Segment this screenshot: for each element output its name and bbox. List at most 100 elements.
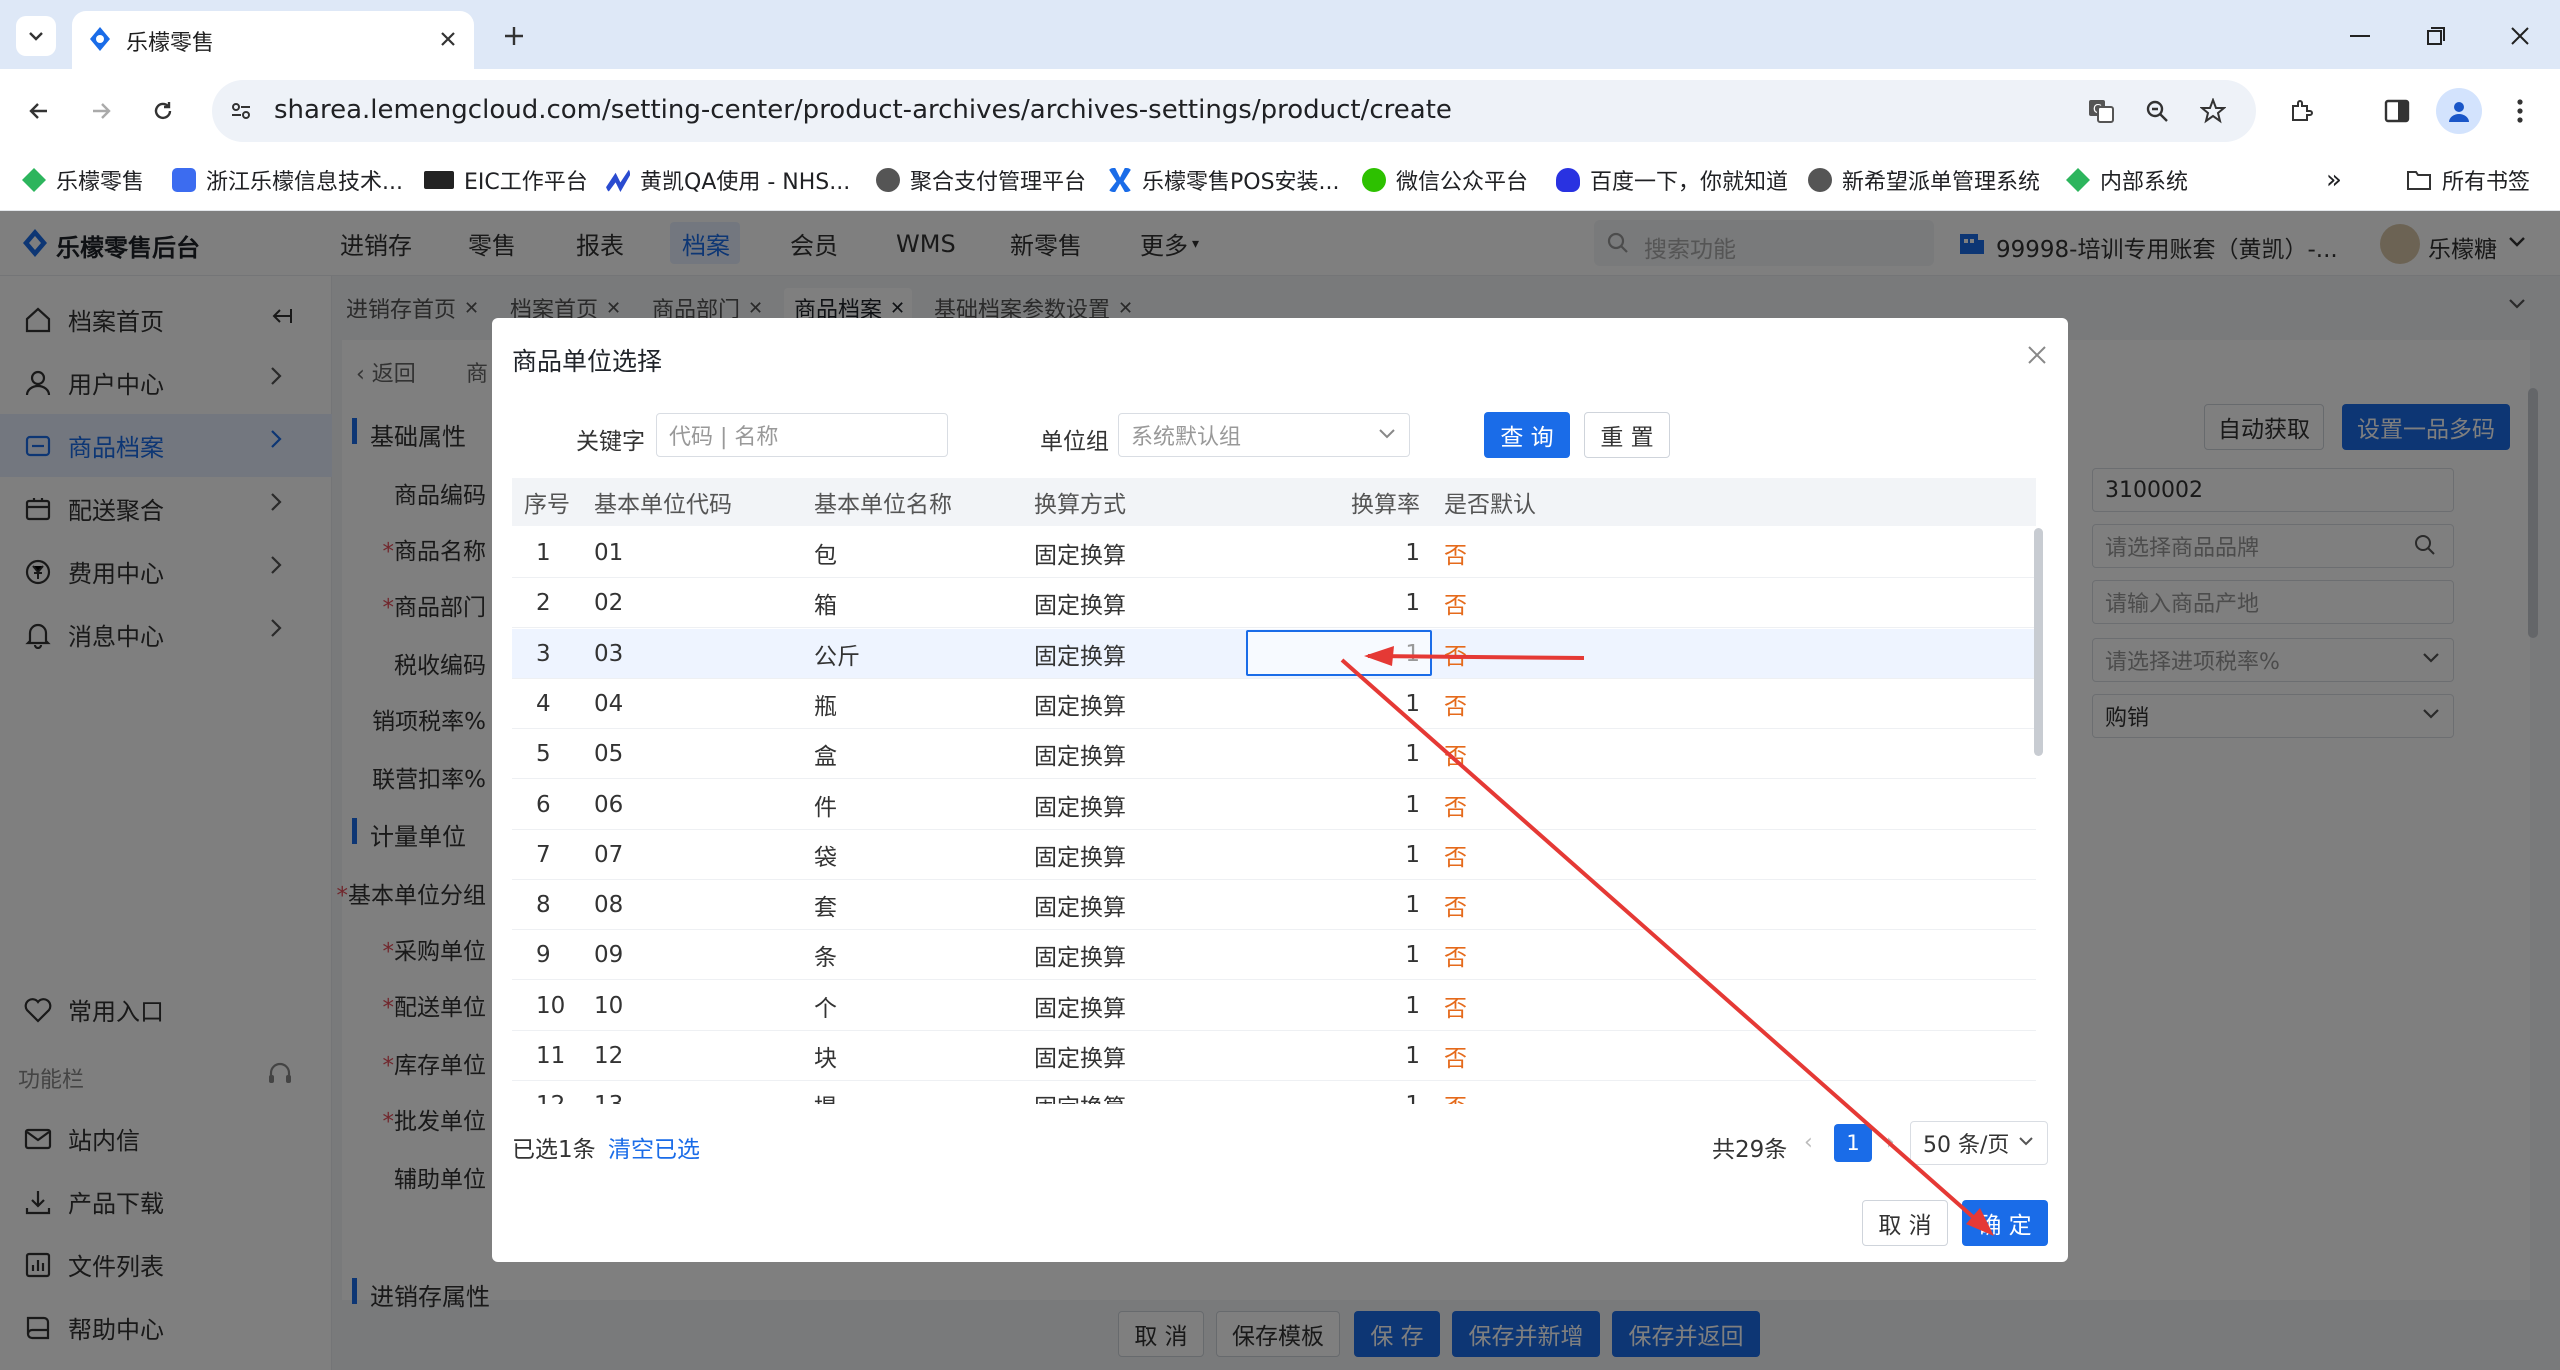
bookmark-item[interactable]: 微信公众平台 — [1362, 152, 1528, 208]
bookmark-item[interactable]: 浙江乐檬信息技术... — [172, 152, 403, 208]
bookmark-item[interactable]: 聚合支付管理平台 — [876, 152, 1086, 208]
table-row[interactable]: 9 09 条 固定换算 1 否 — [512, 930, 2036, 980]
cell-rate[interactable]: 1 — [1246, 679, 1420, 729]
chevron-down-icon — [2018, 1136, 2034, 1147]
table-row[interactable]: 11 12 块 固定换算 1 否 — [512, 1031, 2036, 1081]
cell-rate[interactable]: 1 — [1246, 830, 1420, 880]
site-info-icon[interactable] — [222, 92, 260, 130]
cell-mode: 固定换算 — [1034, 845, 1126, 871]
cell-mode: 固定换算 — [1034, 996, 1126, 1022]
page-number[interactable]: 1 — [1834, 1124, 1872, 1162]
table-row-partial[interactable]: 12 13 提 固定换算 1 否 — [512, 1080, 2036, 1104]
cell-mode: 固定换算 — [1034, 895, 1126, 921]
more-bookmarks-icon[interactable]: » — [2326, 152, 2342, 208]
reset-button[interactable]: 重 置 — [1584, 412, 1670, 458]
col-header: 基本单位代码 — [594, 492, 732, 518]
bookmark-item[interactable]: 乐檬零售 — [22, 152, 144, 208]
modal-confirm-button[interactable]: 确 定 — [1962, 1200, 2048, 1246]
cell-rate[interactable]: 1 — [1246, 930, 1420, 980]
cell-name: 袋 — [814, 845, 837, 871]
bookmark-item[interactable]: 百度一下，你就知道 — [1556, 152, 1788, 208]
cell-no: 10 — [536, 993, 566, 1019]
back-icon[interactable] — [18, 90, 60, 132]
cell-code: 01 — [594, 540, 624, 566]
cell-def: 否 — [1444, 945, 1467, 971]
cell-name: 盒 — [814, 744, 837, 770]
cell-name: 块 — [814, 1046, 837, 1072]
bookmark-item[interactable]: 乐檬零售POS安装... — [1108, 152, 1340, 208]
cell-def: 否 — [1444, 543, 1467, 569]
cell-def: 否 — [1444, 845, 1467, 871]
cell-def: 否 — [1444, 895, 1467, 921]
rate-edit-cell[interactable] — [1246, 630, 1432, 676]
profile-avatar-icon[interactable] — [2436, 88, 2482, 134]
table-row[interactable]: 5 05 盒 固定换算 1 否 — [512, 729, 2036, 779]
globe-icon — [1808, 168, 1832, 192]
table-row[interactable]: 6 06 件 固定换算 1 否 — [512, 780, 2036, 830]
cell-code: 02 — [594, 590, 624, 616]
table-row[interactable]: 2 02 箱 固定换算 1 否 — [512, 578, 2036, 628]
cell-no: 6 — [536, 792, 551, 818]
close-icon[interactable] — [2022, 340, 2052, 370]
more-menu-icon[interactable] — [2502, 90, 2538, 132]
table-row[interactable]: 1 01 包固定换算 1 否 — [512, 528, 2036, 578]
cell-rate[interactable]: 1 — [1246, 729, 1420, 779]
cell-name: 包 — [814, 543, 837, 569]
table-row[interactable]: 10 10 个 固定换算 1 否 — [512, 981, 2036, 1031]
cell-rate[interactable]: 1 — [1246, 880, 1420, 930]
site-favicon-icon — [172, 168, 196, 192]
cell-code: 08 — [594, 892, 624, 918]
star-icon[interactable] — [2194, 92, 2232, 130]
next-page-icon[interactable]: › — [1886, 1130, 1895, 1155]
bookmark-item[interactable]: EIC工作平台 — [424, 152, 588, 208]
cell-code: 07 — [594, 842, 624, 868]
cell-no: 3 — [536, 641, 551, 667]
prev-page-icon[interactable]: ‹ — [1804, 1130, 1813, 1155]
cell-rate[interactable]: 1 — [1246, 780, 1420, 830]
all-bookmarks[interactable]: 所有书签 — [2406, 152, 2530, 208]
table-row[interactable]: 8 08 套 固定换算 1 否 — [512, 880, 2036, 930]
tab-search-button[interactable] — [16, 16, 56, 56]
forward-icon[interactable] — [80, 90, 122, 132]
modal-cancel-button[interactable]: 取 消 — [1862, 1200, 1948, 1246]
close-window-icon[interactable] — [2496, 16, 2544, 56]
cell-rate[interactable]: 1 — [1246, 1031, 1420, 1081]
cell-rate[interactable]: 1 — [1246, 578, 1420, 628]
cell-def: 否 — [1444, 795, 1467, 821]
bookmark-item[interactable]: 内部系统 — [2066, 152, 2188, 208]
translate-icon[interactable]: G — [2082, 92, 2120, 130]
table-scrollbar[interactable] — [2034, 528, 2043, 756]
url-text[interactable]: sharea.lemengcloud.com/setting-center/pr… — [274, 95, 1452, 125]
cell-name: 条 — [814, 945, 837, 971]
col-header: 基本单位名称 — [814, 492, 952, 518]
cell-rate[interactable]: 1 — [1246, 981, 1420, 1031]
bookmark-item[interactable]: 黄凯QA使用 - NHS... — [606, 152, 850, 208]
reload-icon[interactable] — [142, 90, 184, 132]
cell-rate[interactable]: 1 — [1246, 528, 1420, 578]
tab-title: 乐檬零售 — [126, 31, 215, 56]
unit-group-select[interactable]: 系统默认组 — [1118, 413, 1410, 457]
cell-mode: 固定换算 — [1034, 543, 1126, 569]
restore-icon[interactable] — [2412, 16, 2460, 56]
minimize-icon[interactable] — [2336, 16, 2384, 56]
table-row[interactable]: 7 07 袋 固定换算 1 否 — [512, 830, 2036, 880]
cell-no: 5 — [536, 741, 551, 767]
new-tab-icon[interactable] — [494, 16, 534, 56]
cell-mode: 固定换算 — [1034, 1046, 1126, 1072]
clear-selected-link[interactable]: 清空已选 — [608, 1130, 700, 1164]
close-tab-icon[interactable] — [432, 23, 464, 55]
query-button[interactable]: 查 询 — [1484, 412, 1570, 458]
cell-name: 公斤 — [814, 644, 860, 670]
keyword-label: 关键字 — [576, 429, 645, 455]
cell-name: 瓶 — [814, 694, 837, 720]
browser-tab-active[interactable]: 乐檬零售 — [72, 11, 474, 69]
bookmark-item[interactable]: 新希望派单管理系统 — [1808, 152, 2040, 208]
keyword-input[interactable]: 代码 | 名称 — [656, 413, 948, 457]
cell-code: 03 — [594, 641, 624, 667]
col-header: 换算方式 — [1034, 492, 1126, 518]
table-row[interactable]: 4 04 瓶 固定换算 1 否 — [512, 679, 2036, 729]
side-panel-icon[interactable] — [2376, 90, 2418, 132]
extensions-icon[interactable] — [2280, 90, 2322, 132]
zoom-icon[interactable] — [2138, 92, 2176, 130]
eic-favicon-icon — [424, 171, 454, 189]
